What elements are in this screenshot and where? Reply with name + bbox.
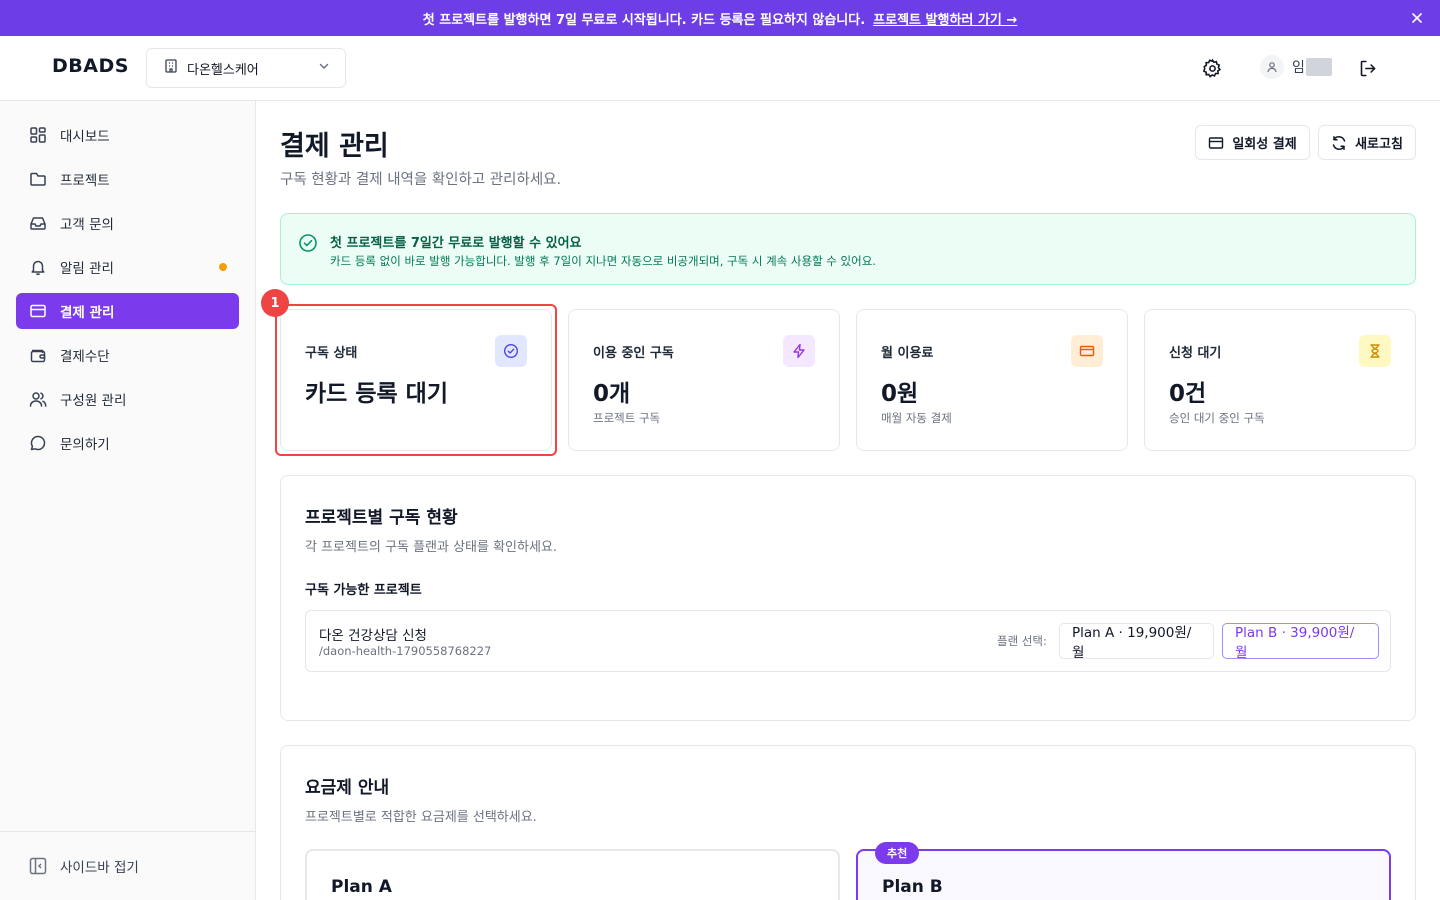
stat-sub: 승인 대기 중인 구독 — [1169, 411, 1265, 425]
one-time-payment-button[interactable]: 일회성 결제 — [1195, 125, 1310, 160]
publish-project-link[interactable]: 프로젝트 발행하러 가기 → — [873, 9, 1017, 28]
pricing-panel: 요금제 안내 프로젝트별로 적합한 요금제를 선택하세요. Plan A 추천 … — [280, 745, 1416, 900]
redacted-name — [1305, 58, 1332, 76]
sidebar-item-notifications[interactable]: 알림 관리 — [16, 249, 239, 285]
sidebar-item-label: 문의하기 — [60, 437, 110, 453]
recommended-badge: 추천 — [875, 842, 920, 864]
stat-card-pending-requests: 신청 대기 0건 승인 대기 중인 구독 — [1144, 309, 1416, 451]
stat-sub: 매월 자동 결제 — [881, 411, 952, 425]
sidebar-item-label: 구성원 관리 — [60, 393, 127, 409]
sidebar-item-label: 프로젝트 — [60, 173, 110, 189]
promo-banner-text: 첫 프로젝트를 발행하면 7일 무료로 시작됩니다. 카드 등록은 필요하지 않… — [422, 12, 866, 28]
refresh-button[interactable]: 새로고침 — [1318, 125, 1416, 160]
sidebar-item-label: 고객 문의 — [60, 217, 114, 233]
user-menu[interactable]: 임 — [1260, 55, 1332, 79]
sidebar-item-dashboard[interactable]: 대시보드 — [16, 117, 239, 153]
notice-title: 첫 프로젝트를 7일간 무료로 발행할 수 있어요 — [330, 236, 582, 251]
project-subscriptions-panel: 프로젝트별 구독 현황 각 프로젝트의 구독 플랜과 상태를 확인하세요. 구독… — [280, 475, 1416, 721]
app-logo[interactable]: DBADS — [52, 55, 129, 77]
sidebar: 대시보드 프로젝트 고객 문의 알림 관리 결제 관리 결제수단 구성원 관리 … — [0, 101, 256, 900]
close-icon[interactable] — [1408, 9, 1426, 27]
inbox-icon — [28, 213, 48, 233]
panel-subtitle: 각 프로젝트의 구독 플랜과 상태를 확인하세요. — [305, 540, 558, 555]
hourglass-icon — [1359, 335, 1391, 367]
check-circle-icon — [298, 233, 318, 257]
panel-subtitle: 프로젝트별로 적합한 요금제를 선택하세요. — [305, 810, 537, 825]
refresh-label: 새로고침 — [1355, 137, 1403, 152]
sidebar-item-members[interactable]: 구성원 관리 — [16, 381, 239, 417]
promo-banner: 첫 프로젝트를 발행하면 7일 무료로 시작됩니다. 카드 등록은 필요하지 않… — [0, 0, 1440, 36]
page-title: 결제 관리 — [280, 131, 389, 162]
sidebar-item-label: 결제 관리 — [60, 305, 115, 321]
users-icon — [28, 389, 48, 409]
lightning-icon — [783, 335, 815, 367]
sidebar-item-projects[interactable]: 프로젝트 — [16, 161, 239, 197]
stat-label: 신청 대기 — [1169, 346, 1222, 361]
plan-a-button[interactable]: Plan A · 19,900원/월 — [1059, 623, 1214, 661]
chevron-down-icon — [317, 59, 331, 77]
sidebar-item-customer-inquiries[interactable]: 고객 문의 — [16, 205, 239, 241]
highlight-box — [275, 304, 557, 456]
organization-select[interactable]: 다온헬스케어 — [146, 48, 346, 88]
dashboard-icon — [28, 125, 48, 145]
building-icon — [163, 58, 179, 78]
stat-card-active-subscriptions: 이용 중인 구독 0개 프로젝트 구독 — [568, 309, 840, 451]
plan-name: Plan B — [882, 877, 943, 897]
sidebar-item-label: 대시보드 — [60, 129, 110, 145]
sidebar-item-label: 알림 관리 — [60, 261, 114, 277]
refresh-icon — [1331, 135, 1347, 151]
project-name: 다온 건강상담 신청 — [319, 628, 427, 644]
panel-title: 요금제 안내 — [305, 778, 390, 798]
wallet-icon — [28, 345, 48, 365]
credit-card-icon — [1208, 135, 1224, 151]
logout-icon[interactable] — [1356, 56, 1380, 80]
panel-title: 프로젝트별 구독 현황 — [305, 508, 458, 528]
sidebar-item-payment-methods[interactable]: 결제수단 — [16, 337, 239, 373]
sidebar-item-billing[interactable]: 결제 관리 — [16, 293, 239, 329]
plan-card-b[interactable]: 추천 Plan B — [856, 842, 1391, 900]
avatar — [1260, 55, 1284, 79]
settings-gear-icon[interactable] — [1200, 56, 1224, 80]
top-header: DBADS 다온헬스케어 임 — [0, 36, 1440, 101]
stat-value: 0개 — [593, 381, 631, 407]
organization-name: 다온헬스케어 — [187, 62, 259, 78]
chat-icon — [28, 433, 48, 453]
plan-select-label: 플랜 선택: — [997, 634, 1047, 648]
notification-dot — [219, 263, 227, 271]
collapse-sidebar-button[interactable]: 사이드바 접기 — [28, 856, 139, 876]
one-time-payment-label: 일회성 결제 — [1232, 137, 1297, 152]
collapse-sidebar-label: 사이드바 접기 — [60, 860, 139, 876]
project-slug: /daon-health-1790558768227 — [319, 644, 492, 658]
stat-card-monthly-fee: 월 이용료 0원 매월 자동 결제 — [856, 309, 1128, 451]
notice-body: 카드 등록 없이 바로 발행 가능합니다. 발행 후 7일이 지나면 자동으로 … — [330, 254, 876, 268]
stat-sub: 프로젝트 구독 — [593, 411, 661, 425]
credit-card-icon — [28, 301, 48, 321]
step-marker: 1 — [261, 289, 289, 317]
stat-value: 0건 — [1169, 381, 1207, 407]
plan-name: Plan A — [331, 877, 392, 897]
page-subtitle: 구독 현황과 결제 내역을 확인하고 관리하세요. — [280, 172, 562, 188]
sidebar-item-label: 결제수단 — [60, 349, 110, 365]
free-trial-notice: 첫 프로젝트를 7일간 무료로 발행할 수 있어요 카드 등록 없이 바로 발행… — [280, 213, 1416, 285]
plan-b-button[interactable]: Plan B · 39,900원/월 — [1222, 623, 1379, 661]
stat-label: 이용 중인 구독 — [593, 346, 674, 361]
folder-icon — [28, 169, 48, 189]
bell-icon — [28, 257, 48, 277]
stat-label: 월 이용료 — [881, 346, 934, 361]
plan-card-a[interactable]: Plan A — [305, 849, 840, 900]
user-name: 임 — [1292, 60, 1305, 76]
sidebar-collapse-icon — [28, 856, 48, 876]
sidebar-footer: 사이드바 접기 — [0, 831, 256, 900]
credit-card-icon — [1071, 335, 1103, 367]
sidebar-item-contact[interactable]: 문의하기 — [16, 425, 239, 461]
stat-value: 0원 — [881, 381, 919, 407]
section-label: 구독 가능한 프로젝트 — [305, 583, 422, 598]
project-row: 다온 건강상담 신청 /daon-health-1790558768227 플랜… — [305, 610, 1391, 672]
